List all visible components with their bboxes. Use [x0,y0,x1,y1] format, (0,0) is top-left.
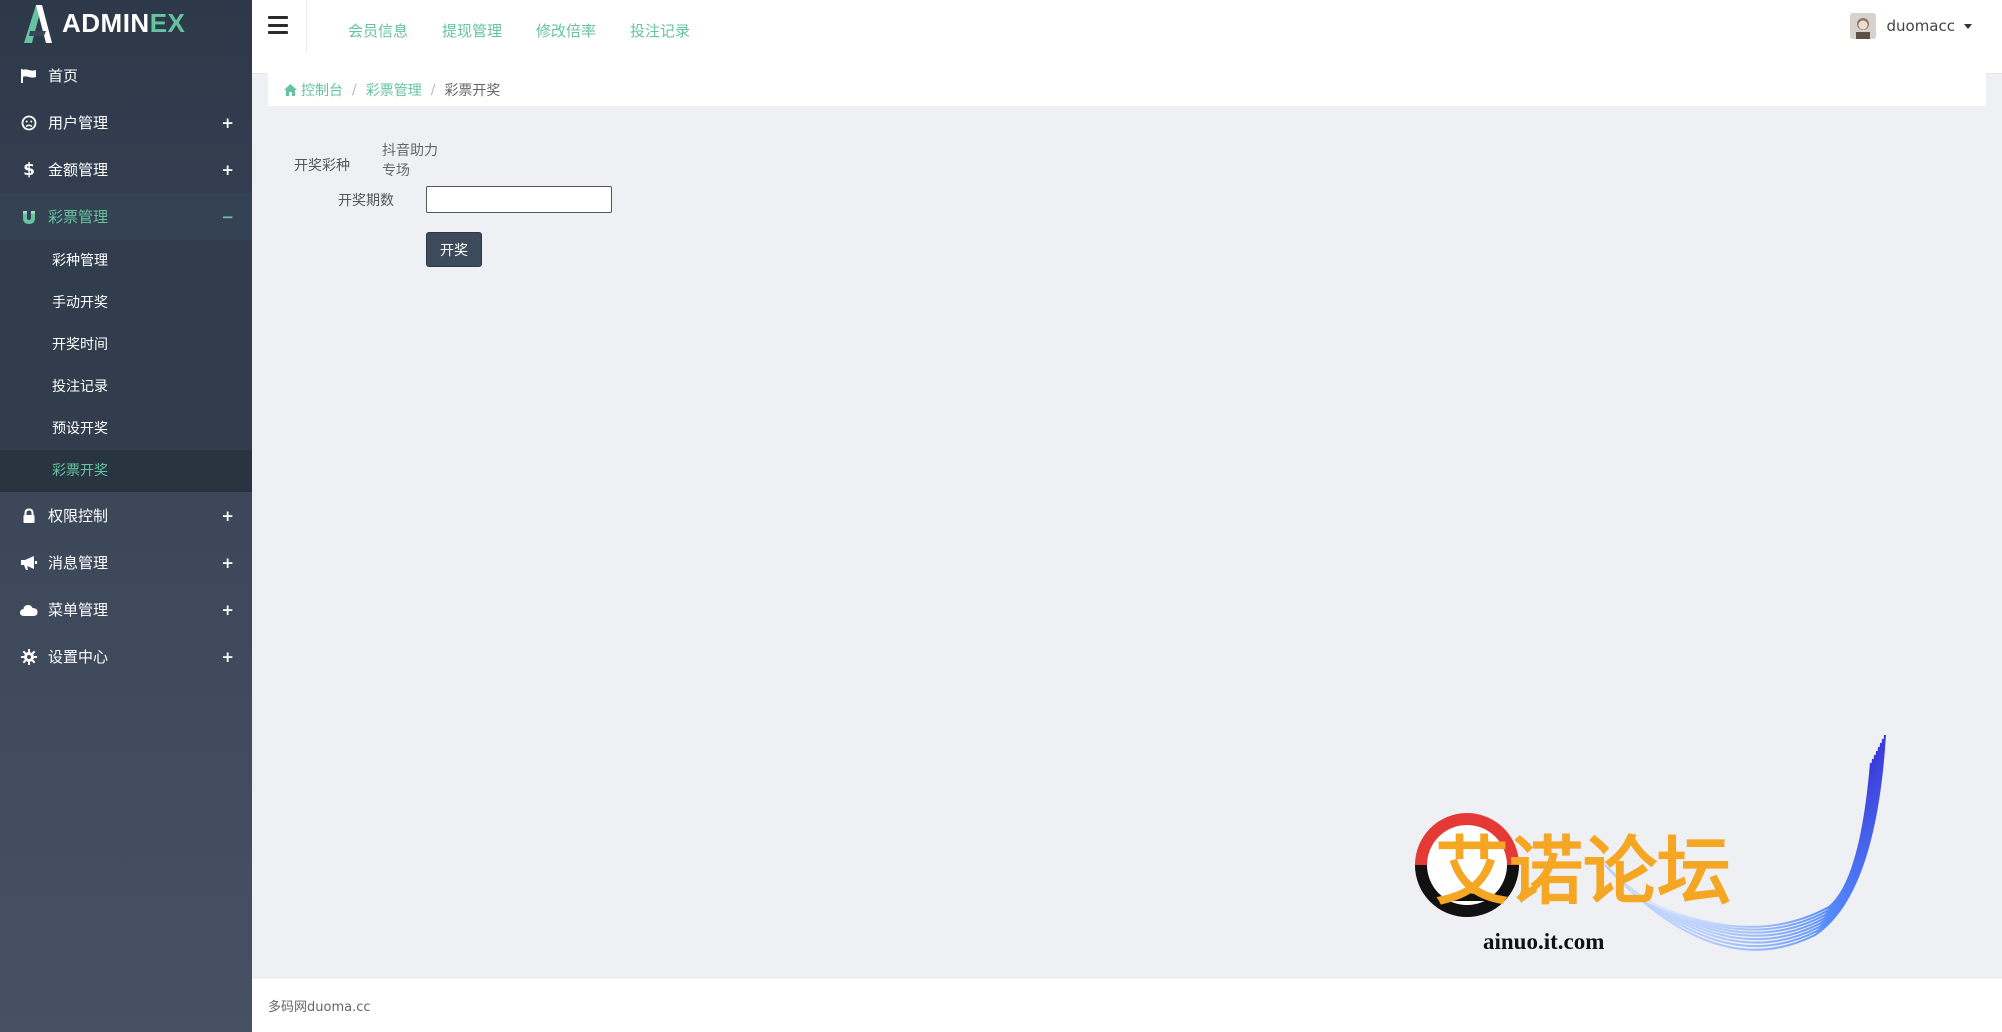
logo[interactable]: ADMINEX [0,0,252,46]
sidebar-item-permissions[interactable]: 权限控制 + [0,492,252,539]
logo-mark-icon [20,3,56,43]
logo-text-admin: ADMIN [62,7,150,38]
form-row-submit: 开奖 [426,232,482,267]
sidebar-item-messages[interactable]: 消息管理 + [0,539,252,586]
sidebar-item-label: 权限控制 [48,507,109,525]
sidebar-item-money[interactable]: $ 金额管理 + [0,146,252,193]
topnav-withdrawals[interactable]: 提现管理 [442,20,502,41]
breadcrumb-separator: / [352,81,357,98]
sidebar-item-label: 首页 [48,67,79,85]
sidebar-menu: 首页 用户管理 + $ 金额管理 + 彩票管理 − [0,52,252,240]
submenu-item-bet-records[interactable]: 投注记录 [0,366,252,408]
sidebar-item-label: 消息管理 [48,554,109,572]
face-icon [20,114,38,132]
submenu-item-preset-draw[interactable]: 预设开奖 [0,408,252,450]
watermark: 艾诺论坛 ainuo.it.com [1415,734,1895,995]
submenu-item-lottery-draw[interactable]: 彩票开奖 [0,450,252,492]
footer: 多码网duoma.cc [252,979,2002,1032]
expand-plus-icon[interactable]: + [221,554,234,572]
sidebar-item-menus[interactable]: 菜单管理 + [0,586,252,633]
footer-text: 多码网duoma.cc [268,1000,371,1015]
watermark-title: 艾诺论坛 [1435,829,1731,915]
collapse-minus-icon[interactable]: − [221,208,234,226]
flag-icon [20,67,38,85]
topbar-divider [306,0,307,52]
sidebar-item-users[interactable]: 用户管理 + [0,99,252,146]
expand-plus-icon[interactable]: + [221,114,234,132]
breadcrumb-separator: / [430,81,436,98]
breadcrumb-home[interactable]: 控制台 [284,80,343,100]
breadcrumb-current: 彩票开奖 [444,82,501,99]
watermark-site: ainuo.it.com [1483,929,1604,954]
submenu-item-lottery-types[interactable]: 彩种管理 [0,240,252,282]
user-menu[interactable]: duomacc [1850,13,1972,39]
breadcrumb: 控制台 / 彩票管理 / 彩票开奖 [268,73,1986,106]
topbar: 会员信息 提现管理 修改倍率 投注记录 duomacc [252,0,2002,74]
topnav-member-info[interactable]: 会员信息 [348,20,408,41]
dollar-icon: $ [23,159,35,180]
breadcrumb-section[interactable]: 彩票管理 [366,80,422,100]
lock-icon [20,507,38,525]
sidebar: ADMINEX 首页 用户管理 + $ 金额管理 + 彩票管理 − 彩种管理 手… [0,0,252,1032]
user-name: duomacc [1886,17,1955,35]
magnet-icon [20,208,38,226]
submenu-item-draw-time[interactable]: 开奖时间 [0,324,252,366]
home-icon [284,83,297,96]
megaphone-icon [20,554,38,572]
form-row-type: 开奖彩种 抖音助力专场 [252,143,440,180]
sidebar-item-label: 菜单管理 [48,601,109,619]
sidebar-item-label: 用户管理 [48,114,109,132]
sidebar-item-label: 彩票管理 [48,208,109,226]
draw-type-value: 抖音助力专场 [382,143,439,179]
draw-period-input[interactable] [426,186,612,213]
logo-text-ex: EX [149,7,186,38]
draw-submit-button[interactable]: 开奖 [426,232,482,267]
sidebar-menu-lower: 权限控制 + 消息管理 + 菜单管理 + 设置中心 + [0,492,252,680]
cloud-icon [20,601,38,619]
top-nav: 会员信息 提现管理 修改倍率 投注记录 [348,20,690,41]
draw-period-label: 开奖期数 [338,192,394,209]
gear-icon [20,648,38,666]
logo-text: ADMINEX [62,8,185,39]
breadcrumb-home-label: 控制台 [301,82,343,99]
topnav-edit-rate[interactable]: 修改倍率 [536,20,596,41]
sidebar-item-lottery[interactable]: 彩票管理 − [0,193,252,240]
expand-plus-icon[interactable]: + [221,507,234,525]
sidebar-item-label: 金额管理 [48,161,109,179]
sidebar-item-home[interactable]: 首页 [0,52,252,99]
menu-toggle-icon[interactable] [268,16,288,34]
avatar [1850,13,1877,39]
expand-plus-icon[interactable]: + [221,648,234,666]
topnav-bet-records[interactable]: 投注记录 [630,20,690,41]
form-row-period: 开奖期数 [252,186,612,213]
chevron-down-icon [1964,23,1972,29]
sidebar-item-settings[interactable]: 设置中心 + [0,633,252,680]
sidebar-item-label: 设置中心 [48,648,109,666]
submenu-item-manual-draw[interactable]: 手动开奖 [0,282,252,324]
lottery-submenu: 彩种管理 手动开奖 开奖时间 投注记录 预设开奖 彩票开奖 [0,240,252,492]
draw-type-label: 开奖彩种 [294,158,351,174]
expand-plus-icon[interactable]: + [221,161,234,179]
expand-plus-icon[interactable]: + [221,601,234,619]
